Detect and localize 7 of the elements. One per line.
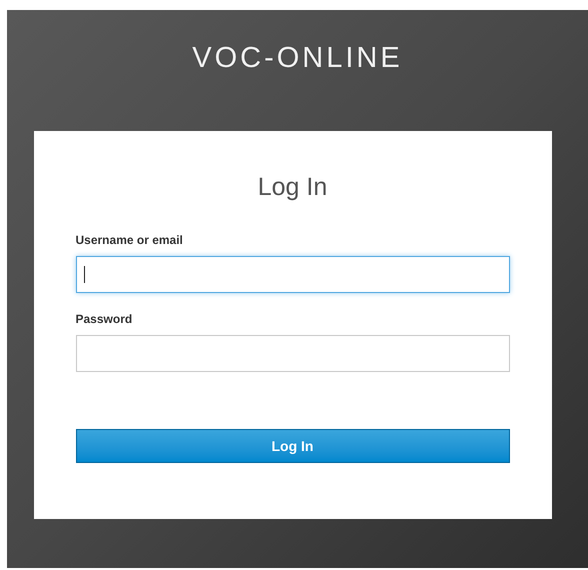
input-field[interactable] <box>76 335 510 372</box>
form-title: Log In <box>256 172 328 203</box>
field-label: Username or email <box>76 232 184 249</box>
login-button[interactable]: Log In <box>76 429 510 463</box>
site-title: VOC-ONLINE <box>192 41 403 76</box>
input-field[interactable] <box>76 256 510 293</box>
field-label: Password <box>76 311 134 328</box>
